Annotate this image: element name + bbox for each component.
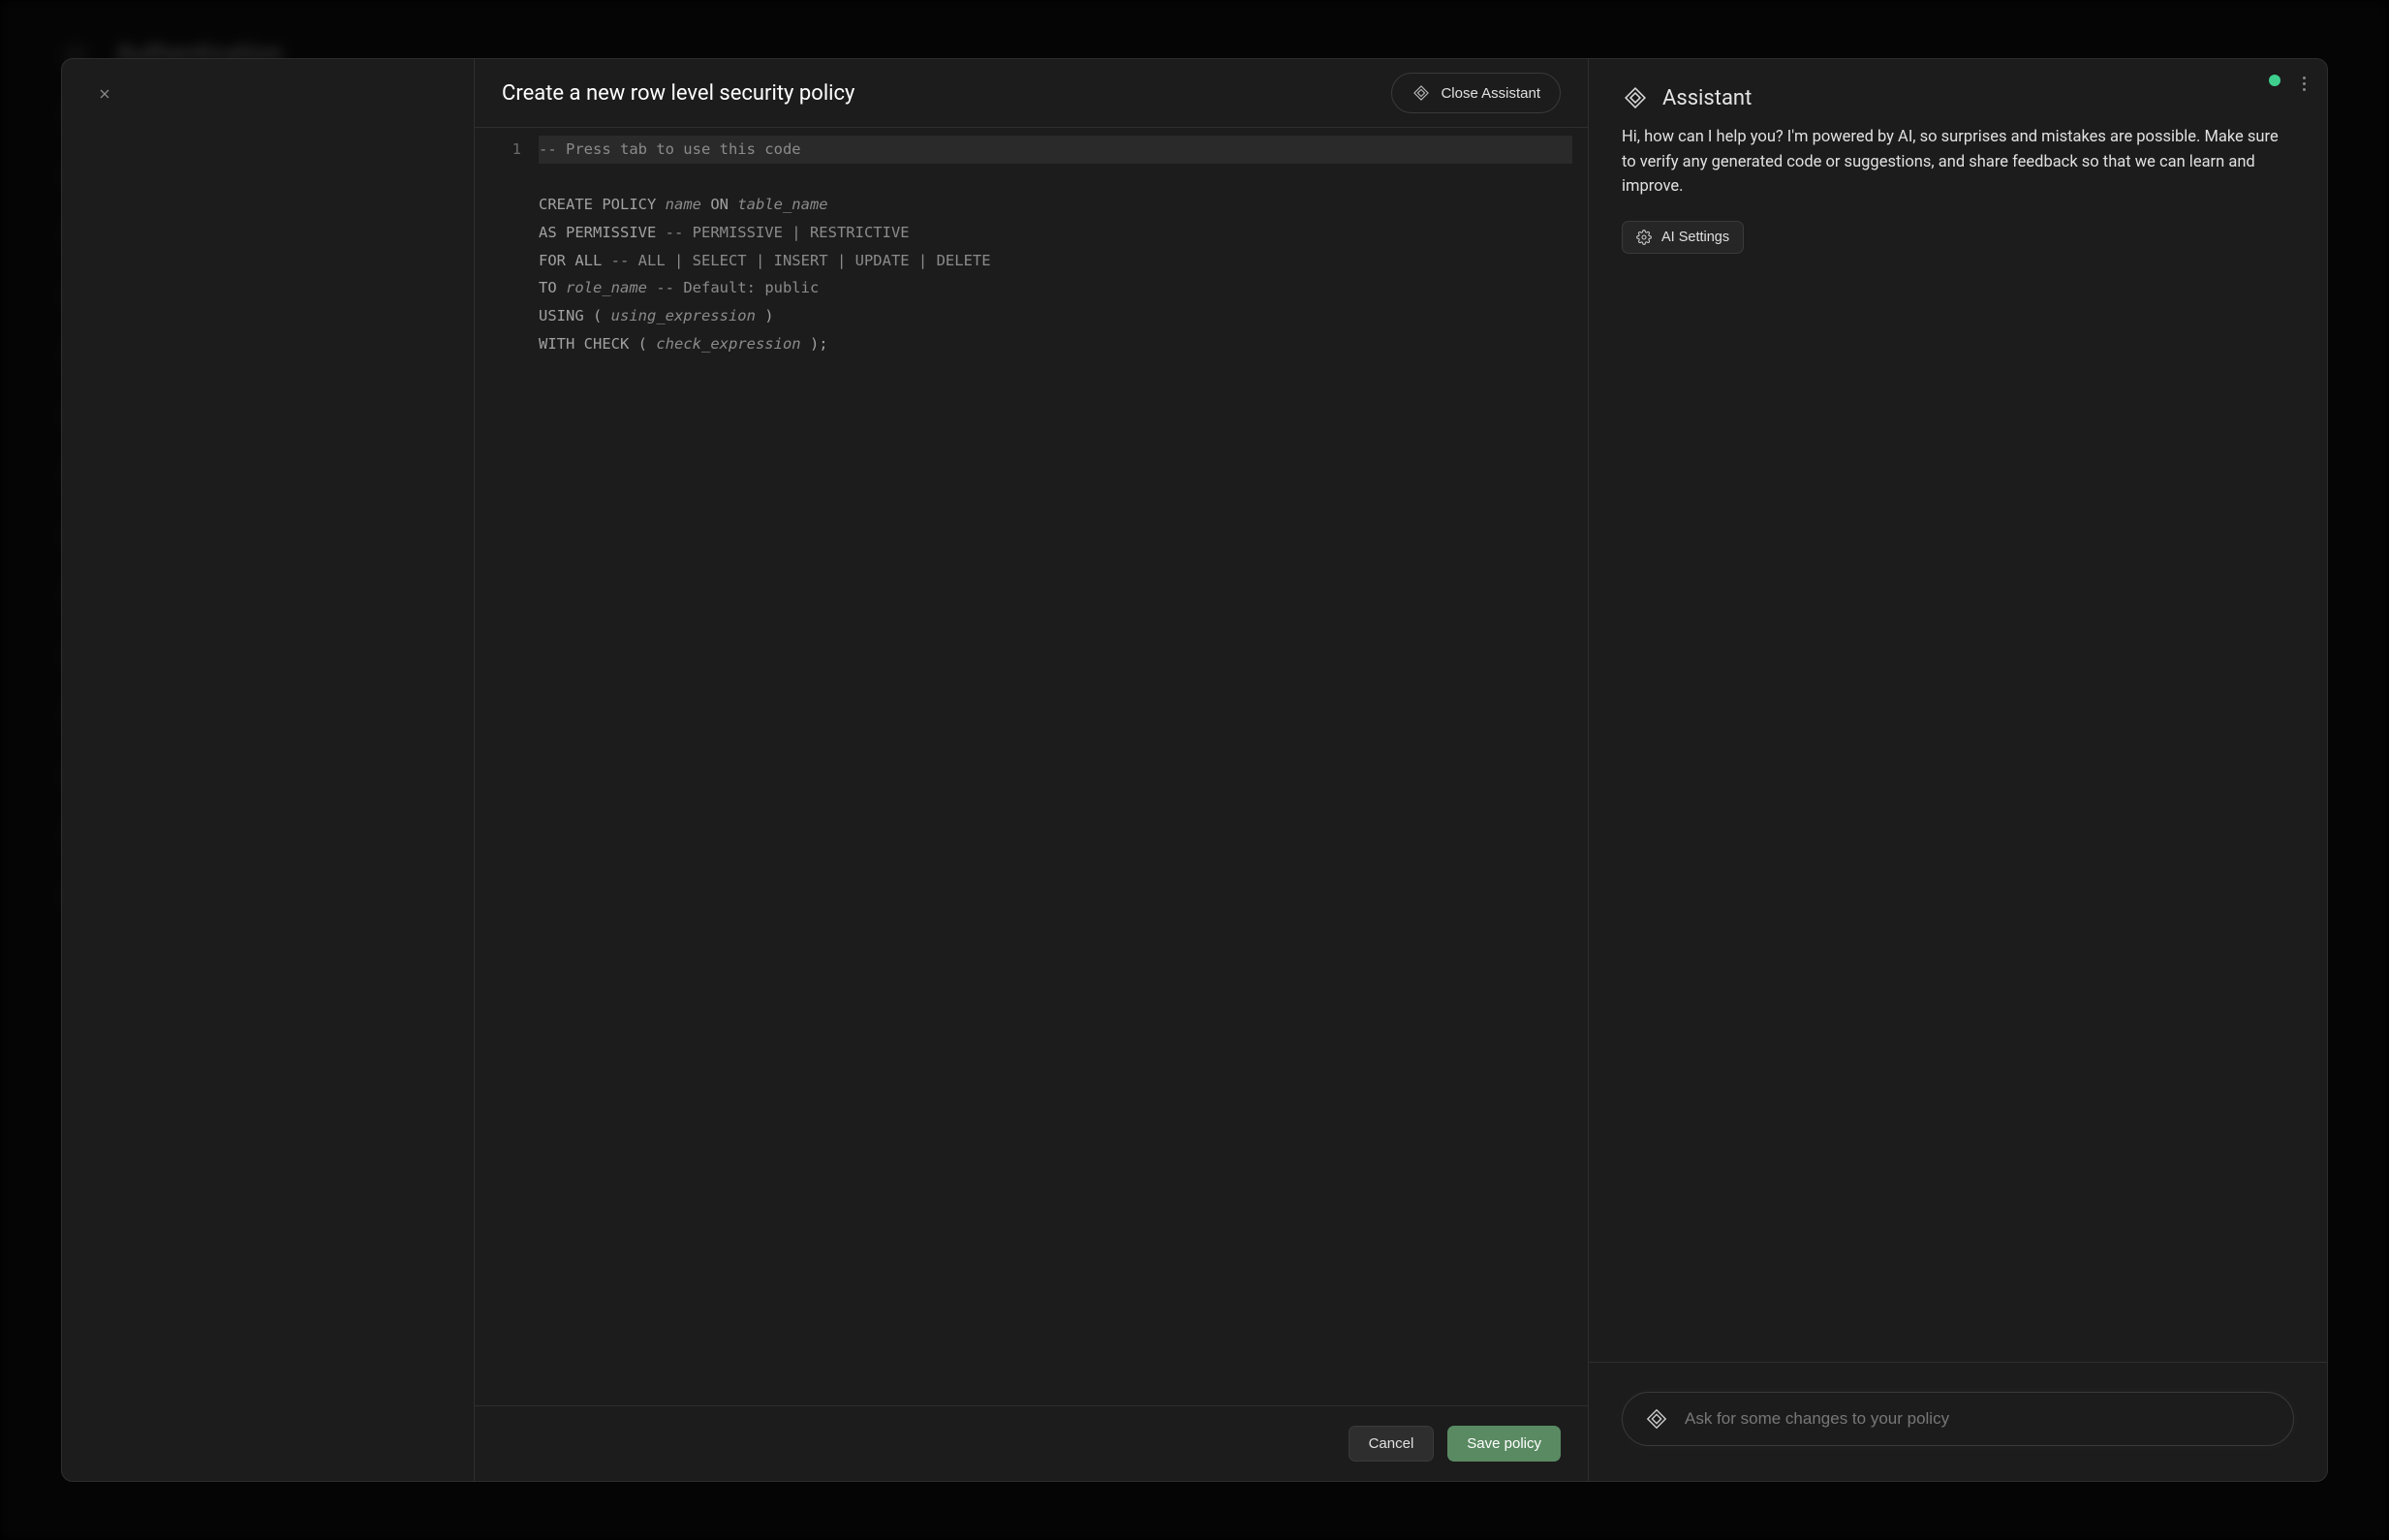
assistant-input-wrap[interactable]: [1622, 1392, 2294, 1446]
line-number: 1: [475, 136, 521, 164]
assistant-header: Assistant: [1589, 59, 2327, 121]
status-indicator-icon: [2269, 75, 2280, 86]
ai-diamond-icon: [1622, 84, 1649, 111]
assistant-title: Assistant: [1662, 86, 1752, 110]
ai-settings-label: AI Settings: [1661, 230, 1729, 245]
modal-left-gutter: [62, 59, 475, 1481]
more-menu-icon[interactable]: [2296, 71, 2311, 97]
modal-editor-pane: Create a new row level security policy C…: [475, 59, 1589, 1481]
assistant-prompt-input[interactable]: [1685, 1409, 2272, 1429]
save-policy-button[interactable]: Save policy: [1447, 1426, 1561, 1462]
assistant-footer: [1589, 1362, 2327, 1481]
ai-settings-button[interactable]: AI Settings: [1622, 221, 1744, 254]
sql-editor[interactable]: 1 -- Press tab to use this code CREATE P…: [475, 128, 1588, 1405]
close-assistant-label: Close Assistant: [1441, 85, 1540, 102]
gear-icon: [1636, 230, 1652, 245]
ai-diamond-icon: [1412, 83, 1431, 103]
modal-title: Create a new row level security policy: [502, 81, 854, 106]
assistant-pane: Assistant Hi, how can I help you? I'm po…: [1589, 59, 2327, 1481]
modal-footer: Cancel Save policy: [475, 1405, 1588, 1481]
editor-body[interactable]: -- Press tab to use this code CREATE POL…: [535, 128, 1588, 1405]
editor-gutter: 1: [475, 128, 535, 1405]
cancel-button[interactable]: Cancel: [1349, 1426, 1435, 1462]
close-assistant-button[interactable]: Close Assistant: [1391, 73, 1561, 113]
close-icon[interactable]: [91, 80, 118, 108]
editor-hint: -- Press tab to use this code: [539, 136, 1572, 164]
ai-diamond-icon: [1644, 1406, 1669, 1432]
modal-header: Create a new row level security policy C…: [475, 59, 1588, 128]
rls-policy-modal: Create a new row level security policy C…: [61, 58, 2328, 1482]
assistant-body-spacer: [1589, 258, 2327, 1362]
assistant-intro: Hi, how can I help you? I'm powered by A…: [1589, 121, 2327, 217]
